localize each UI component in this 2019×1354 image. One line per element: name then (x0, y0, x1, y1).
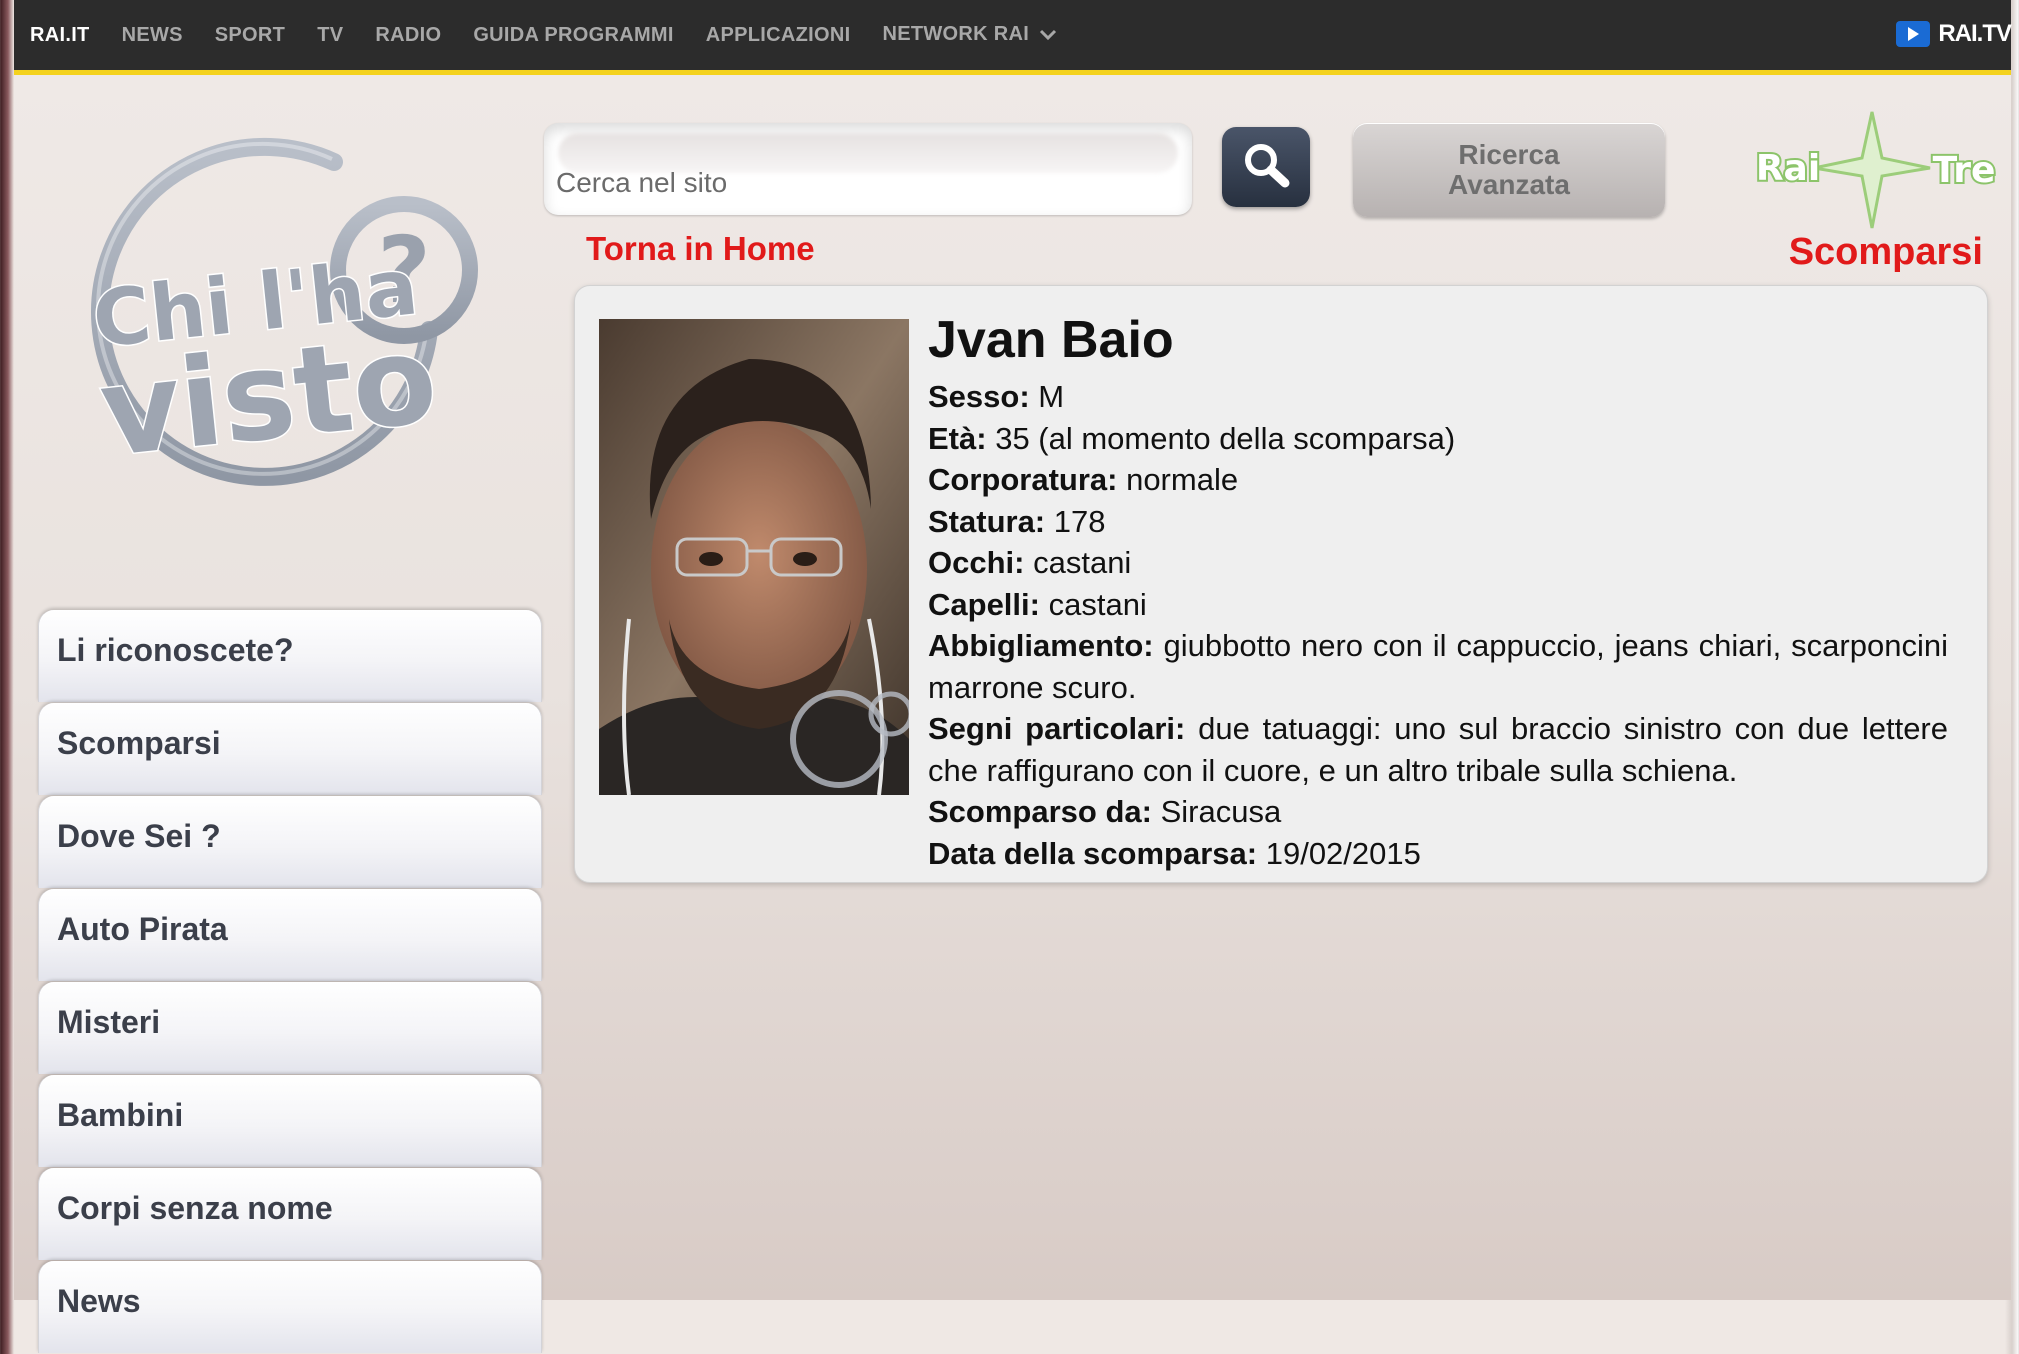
field-eta: Età: 35 (al momento della scomparsa) (928, 418, 1948, 460)
nav-sport[interactable]: SPORT (215, 24, 285, 47)
field-label: Data della scomparsa: (928, 835, 1258, 871)
page-body: ? Chi l'ha visto Ricerca Avanzata Rai Tr… (14, 75, 2011, 1353)
field-corporatura: Corporatura: normale (928, 459, 1948, 501)
nav-network-rai[interactable]: NETWORK RAI (882, 23, 1057, 46)
field-capelli: Capelli: castani (928, 584, 1948, 626)
search-box (544, 123, 1192, 215)
rai-tv-link[interactable]: RAI.TV (1896, 20, 2012, 48)
section-title: Scomparsi (1788, 231, 1983, 273)
field-data-scomparsa: Data della scomparsa: 19/02/2015 (928, 833, 1948, 875)
field-segni-particolari: Segni particolari: due tatuaggi: uno sul… (928, 708, 1948, 791)
menu-item-label: News (57, 1283, 141, 1319)
menu-item-scomparsi[interactable]: Scomparsi (38, 703, 542, 795)
menu-item-auto-pirata[interactable]: Auto Pirata (38, 889, 542, 981)
menu-item-label: Scomparsi (57, 725, 221, 761)
field-label: Scomparso da: (928, 794, 1152, 829)
field-label: Capelli: (928, 586, 1040, 622)
field-label: Occhi: (928, 545, 1025, 580)
menu-item-label: Dove Sei ? (57, 818, 221, 854)
menu-item-misteri[interactable]: Misteri (38, 982, 542, 1074)
sidebar-menu: Li riconoscete? Scomparsi Dove Sei ? Aut… (38, 610, 542, 1354)
nav-news[interactable]: NEWS (122, 24, 183, 47)
field-label: Corporatura: (928, 462, 1118, 497)
menu-item-label: Li riconoscete? (57, 632, 294, 668)
field-value: 19/02/2015 (1265, 835, 1421, 871)
rai-tre-left: Rai (1756, 148, 1820, 189)
menu-item-label: Bambini (57, 1097, 184, 1133)
person-photo (599, 319, 909, 795)
rai-tre-logo[interactable]: Rai Tre (1742, 110, 2002, 230)
field-value: 35 (al momento della scomparsa) (995, 420, 1456, 456)
field-label: Statura: (928, 503, 1046, 539)
advanced-search-button[interactable]: Ricerca Avanzata (1353, 123, 1665, 217)
field-statura: Statura: 178 (928, 501, 1948, 543)
field-value: castani (1033, 545, 1132, 580)
network-nav: RAI.IT NEWS SPORT TV RADIO GUIDA PROGRAM… (30, 0, 1089, 70)
search-icon (1240, 139, 1292, 196)
rai-tv-label: RAI.TV (1938, 20, 2012, 47)
nav-radio[interactable]: RADIO (375, 24, 441, 47)
field-value: Siracusa (1160, 794, 1282, 829)
field-label: Età: (928, 420, 987, 456)
search-input[interactable] (544, 159, 1158, 207)
menu-item-label: Auto Pirata (57, 911, 228, 947)
nav-applicazioni[interactable]: APPLICAZIONI (706, 24, 851, 47)
menu-item-dove-sei[interactable]: Dove Sei ? (38, 796, 542, 888)
field-value: 178 (1053, 503, 1106, 539)
nav-network-rai-label: NETWORK RAI (882, 23, 1030, 46)
network-bar: RAI.IT NEWS SPORT TV RADIO GUIDA PROGRAM… (14, 0, 2012, 75)
menu-item-corpi-senza-nome[interactable]: Corpi senza nome (38, 1168, 542, 1260)
person-details: Jvan Baio Sesso: M Età: 35 (al momento d… (928, 310, 1948, 874)
person-name: Jvan Baio (928, 311, 1174, 369)
rai-tre-right: Tre (1933, 150, 1996, 191)
search-button[interactable] (1222, 127, 1310, 207)
field-value: normale (1126, 462, 1239, 497)
nav-tv[interactable]: TV (317, 24, 343, 47)
nav-guida-programmi[interactable]: GUIDA PROGRAMMI (473, 24, 673, 47)
menu-item-label: Misteri (57, 1004, 161, 1040)
chi-lha-visto-logo[interactable]: ? Chi l'ha visto (44, 120, 494, 540)
menu-item-li-riconoscete[interactable]: Li riconoscete? (38, 610, 542, 702)
chevron-down-icon (1039, 24, 1057, 47)
menu-item-news[interactable]: News (38, 1261, 542, 1353)
home-link[interactable]: Torna in Home (586, 230, 815, 268)
field-occhi: Occhi: castani (928, 542, 1948, 584)
field-label: Abbigliamento: (928, 628, 1154, 663)
missing-person-card: Jvan Baio Sesso: M Età: 35 (al momento d… (574, 285, 1988, 883)
field-scomparso-da: Scomparso da: Siracusa (928, 791, 1948, 833)
field-label: Sesso: (928, 379, 1030, 414)
menu-item-bambini[interactable]: Bambini (38, 1075, 542, 1167)
field-value: M (1038, 379, 1065, 414)
field-abbigliamento: Abbigliamento: giubbotto nero con il cap… (928, 625, 1948, 708)
menu-item-label: Corpi senza nome (57, 1190, 333, 1226)
play-icon (1896, 21, 1931, 47)
field-label: Segni particolari: (928, 711, 1186, 746)
field-value: castani (1048, 586, 1147, 622)
field-sesso: Sesso: M (928, 376, 1948, 418)
nav-rai-it[interactable]: RAI.IT (30, 24, 90, 47)
